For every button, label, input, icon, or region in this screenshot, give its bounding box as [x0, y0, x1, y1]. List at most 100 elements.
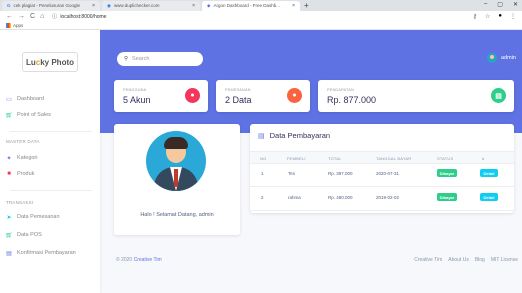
payments-title: ▤ Data Pembayaran [258, 131, 330, 140]
sidebar-item-data-pemesanan[interactable]: ➤ Data Pemesanan [6, 214, 59, 221]
footer-copyright: © 2020 Creative Tim [116, 257, 162, 263]
column-header: # [482, 155, 485, 161]
sidebar-item-dashboard[interactable]: ▭ Dashboard [6, 96, 44, 103]
row-no: 1 [261, 171, 264, 176]
money-icon: ▤ [258, 132, 265, 140]
url-text: localhost:8000/home [60, 13, 107, 20]
sidebar-item-label: Konfirmasi Pembayaran [17, 250, 76, 256]
window-controls: – ▢ ✕ [484, 1, 518, 8]
column-header: PEMBELI [287, 155, 306, 161]
sidebar-heading-transaksi: TRANSAKSI [6, 200, 34, 205]
avatar [487, 53, 498, 63]
cart-icon: ● [287, 88, 302, 103]
footer-link[interactable]: About Us [448, 257, 469, 263]
browser-tab-3[interactable]: ◆ Argon Dashboard - Free Dashb... × [202, 1, 300, 11]
close-icon[interactable]: × [92, 1, 95, 11]
money-icon: ▤ [491, 88, 506, 103]
reload-icon[interactable]: C [30, 13, 35, 20]
home-icon[interactable]: ⌂ [40, 13, 44, 20]
sidebar-item-kategori[interactable]: ✦ Kategori [6, 155, 38, 162]
footer-link[interactable]: Creative Tim [414, 257, 442, 263]
sidebar-item-data-pos[interactable]: 🛒︎ Data POS [5, 232, 42, 239]
logo-text: Lu [25, 57, 36, 67]
search-icon: ⚲ [124, 56, 129, 62]
stat-card-pendapatan: PENDAPATAN Rp. 877.000 ▤ [318, 80, 514, 112]
admin-name: admin [501, 55, 516, 61]
bookmarks-bar: Apps [0, 22, 522, 30]
tab-title: cek plagiat - Penelusuran Google [13, 3, 81, 8]
money-icon: ▤ [6, 250, 12, 257]
menu-icon[interactable]: ⋮ [510, 13, 516, 20]
sidebar-item-produk[interactable]: ■ Produk [6, 171, 34, 177]
stat-label: PENGGUNA [123, 88, 147, 92]
user-menu[interactable]: admin [487, 53, 516, 63]
forward-icon[interactable]: → [18, 13, 25, 20]
apps-bookmark[interactable]: Apps [13, 23, 23, 28]
row-total: Rp. 397.000 [328, 171, 353, 176]
star-icon[interactable]: ☆ [485, 13, 490, 20]
payments-title-text: Data Pembayaran [269, 131, 331, 140]
browser-tab-1[interactable]: G cek plagiat - Penelusuran Google × [2, 1, 100, 11]
sidebar: Lu c ky Photo ▭ Dashboard 🛒︎ Point of Sale… [0, 30, 100, 293]
box-icon: ■ [7, 171, 11, 177]
address-bar-actions: ⚷ ☆ ● ⋮ [473, 13, 516, 20]
welcome-text: Halo ! Selamat Datang, admin [140, 212, 214, 218]
table-row: 2 rahma Rp. 480.000 2019-02-02 Dibayar D… [250, 186, 514, 211]
row-buyer: Tes [288, 171, 296, 176]
copyright-text: © 2020 [116, 257, 133, 263]
key-icon[interactable]: ⚷ [473, 13, 477, 20]
sidebar-item-label: Kategori [17, 155, 38, 161]
search-placeholder: Search [132, 56, 150, 62]
payments-card: ▤ Data Pembayaran NO PEMBELI TOTAL TANGG… [250, 124, 514, 213]
column-header: TANGGAL BAYAR [376, 155, 412, 161]
cart-icon: 🛒︎ [5, 112, 13, 119]
sidebar-divider [10, 190, 92, 191]
avatar-hair [164, 137, 188, 149]
url-field[interactable]: ⓘ localhost:8000/home [52, 13, 107, 21]
table-row: 1 Tes Rp. 397.000 2020-07-31 Dibayar Det… [250, 162, 514, 187]
maximize-icon[interactable]: ▢ [497, 1, 503, 8]
send-icon: ➤ [6, 214, 12, 221]
footer-link[interactable]: MIT License [491, 257, 518, 263]
stat-value: 2 Data [225, 95, 252, 105]
row-date: 2019-02-02 [376, 195, 400, 200]
sidebar-item-label: Data POS [17, 232, 42, 238]
minimize-icon[interactable]: – [484, 1, 487, 8]
profile-picture [146, 131, 206, 191]
sidebar-item-konfirmasi-pembayaran[interactable]: ▤ Konfirmasi Pembayaran [6, 250, 76, 257]
sidebar-item-point-of-sales[interactable]: 🛒︎ Point of Sales [5, 112, 51, 119]
planet-icon: ✦ [6, 155, 12, 162]
footer-link[interactable]: Blog [475, 257, 485, 263]
tab-title: www.duplichecker.com [113, 3, 160, 8]
address-bar: ← → C ⌂ ⓘ localhost:8000/home ⚷ ☆ ● ⋮ [0, 11, 522, 22]
new-tab-button[interactable]: + [304, 1, 309, 11]
profile-card: Halo ! Selamat Datang, admin [114, 124, 240, 235]
profile-icon[interactable]: ● [498, 13, 502, 20]
row-date: 2020-07-31 [376, 171, 400, 176]
column-header: TOTAL [328, 155, 342, 161]
browser-tab-2[interactable]: ◉ www.duplichecker.com × [102, 1, 200, 11]
stat-card-pengguna: PENGGUNA 5 Akun ● [114, 80, 208, 112]
sidebar-divider [10, 131, 92, 132]
search-input[interactable]: ⚲ Search [117, 52, 203, 66]
stat-card-pemesanan: PEMESANAN 2 Data ● [216, 80, 310, 112]
avatar-tie [174, 169, 178, 187]
sidebar-item-label: Dashboard [17, 96, 44, 102]
row-no: 2 [261, 195, 264, 200]
app-logo[interactable]: Lu c ky Photo [22, 52, 78, 72]
back-icon[interactable]: ← [6, 13, 13, 20]
apps-icon [6, 23, 11, 28]
globe-icon: ◉ [107, 3, 111, 8]
sidebar-heading-master: MASTER DATA [6, 139, 40, 144]
detail-button[interactable]: Detail [480, 169, 498, 177]
column-header: NO [260, 155, 267, 161]
argon-icon: ◆ [207, 3, 211, 8]
close-window-icon[interactable]: ✕ [513, 1, 518, 8]
status-badge: Dibayar [437, 169, 457, 177]
status-badge: Dibayar [437, 193, 457, 201]
detail-button[interactable]: Detail [480, 193, 498, 201]
footer-brand-link[interactable]: Creative Tim [134, 257, 162, 263]
google-icon: G [7, 3, 11, 8]
close-icon[interactable]: × [192, 1, 195, 11]
close-icon[interactable]: × [292, 1, 295, 11]
